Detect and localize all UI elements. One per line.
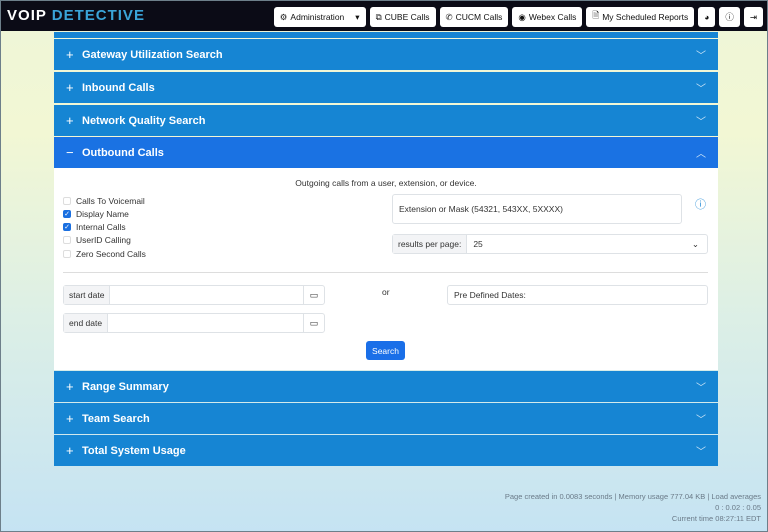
footer-stats: Page created in 0.0083 seconds | Memory … <box>504 492 761 501</box>
chevron-down-icon: ⌄ <box>691 238 699 249</box>
report-icon: 🗎 <box>592 10 600 20</box>
predefined-dates-select[interactable]: Pre Defined Dates: <box>447 285 708 305</box>
chevron-down-icon: ﹀ <box>696 51 706 62</box>
divider <box>63 272 708 273</box>
outbound-calls-form: Outgoing calls from a user, extension, o… <box>54 168 718 370</box>
search-button[interactable]: Search <box>366 341 405 360</box>
plus-icon: + <box>66 47 74 62</box>
plus-icon: + <box>66 80 74 95</box>
panel-inbound-calls[interactable]: + Inbound Calls ﹀ <box>54 72 718 103</box>
logo[interactable]: VOIP DETECTIVE <box>7 7 145 24</box>
plus-icon: + <box>66 443 74 458</box>
start-date-input[interactable]: start date ▭ <box>63 285 325 305</box>
chevron-up-icon: ︿ <box>696 149 706 160</box>
administration-dropdown[interactable]: ⚙ Administration ▾ <box>273 7 366 27</box>
help-icon[interactable]: ⓘ <box>695 196 706 212</box>
calendar-icon[interactable]: ▭ <box>303 286 324 304</box>
checkbox-calls-to-voicemail[interactable]: Calls To Voicemail <box>63 196 145 206</box>
panel-network-quality[interactable]: + Network Quality Search ﹀ <box>54 105 718 136</box>
panel-gateway-utilization[interactable]: + Gateway Utilization Search ﹀ <box>54 39 718 70</box>
chevron-down-icon: ﹀ <box>696 447 706 458</box>
chevron-down-icon: ﹀ <box>696 117 706 128</box>
panel-above <box>54 32 718 38</box>
footer-load: 0 : 0.02 : 0.05 <box>715 503 761 512</box>
plus-icon: + <box>66 379 74 394</box>
extension-input[interactable]: Extension or Mask (54321, 543XX, 5XXXX) <box>392 194 682 224</box>
panel-outbound-calls[interactable]: − Outbound Calls ︿ <box>54 137 718 168</box>
end-date-input[interactable]: end date ▭ <box>63 313 325 333</box>
user-icon: ◕ <box>704 12 710 22</box>
or-label: or <box>382 287 390 297</box>
footer-time: Current time 08:27:11 EDT <box>671 514 761 523</box>
description: Outgoing calls from a user, extension, o… <box>295 178 477 188</box>
help-button[interactable]: ⓘ <box>719 7 740 27</box>
webex-calls-button[interactable]: ◉ Webex Calls <box>512 7 583 27</box>
cube-icon: ⧉ <box>375 11 382 22</box>
chevron-down-icon: ﹀ <box>696 415 706 426</box>
checkbox-userid-calling[interactable]: UserID Calling <box>63 235 131 245</box>
checkbox-display-name[interactable]: ✓ Display Name <box>63 209 129 219</box>
gear-icon: ⚙ <box>279 11 288 22</box>
chevron-down-icon: ﹀ <box>696 383 706 394</box>
plus-icon: + <box>66 411 74 426</box>
logout-button[interactable]: ⇥ <box>743 7 763 27</box>
results-per-page-select[interactable]: results per page: 25 ⌄ <box>392 234 708 254</box>
checkbox-zero-second-calls[interactable]: Zero Second Calls <box>63 249 146 259</box>
cube-calls-button[interactable]: ⧉ CUBE Calls <box>369 7 436 27</box>
cucm-calls-button[interactable]: ✆ CUCM Calls <box>439 7 509 27</box>
record-icon: ◉ <box>518 11 526 22</box>
panel-total-system-usage[interactable]: + Total System Usage ﹀ <box>54 435 718 466</box>
calendar-icon[interactable]: ▭ <box>303 314 324 332</box>
checkbox-internal-calls[interactable]: ✓ Internal Calls <box>63 222 126 232</box>
plus-icon: + <box>66 113 74 128</box>
caret-down-icon: ▾ <box>355 11 360 22</box>
top-navbar: VOIP DETECTIVE ⚙ Administration ▾ ⧉ CUBE Ca… <box>1 1 767 31</box>
chevron-down-icon: ﹀ <box>696 84 706 95</box>
panel-range-summary[interactable]: + Range Summary ﹀ <box>54 371 718 402</box>
phone-icon: ✆ <box>445 11 453 22</box>
user-button[interactable]: ◕ <box>698 7 716 27</box>
scheduled-reports-button[interactable]: 🗎 My Scheduled Reports <box>586 7 695 27</box>
panel-team-search[interactable]: + Team Search ﹀ <box>54 403 718 434</box>
minus-icon: − <box>66 145 74 160</box>
logout-icon: ⇥ <box>749 11 757 22</box>
question-icon: ⓘ <box>725 12 734 22</box>
